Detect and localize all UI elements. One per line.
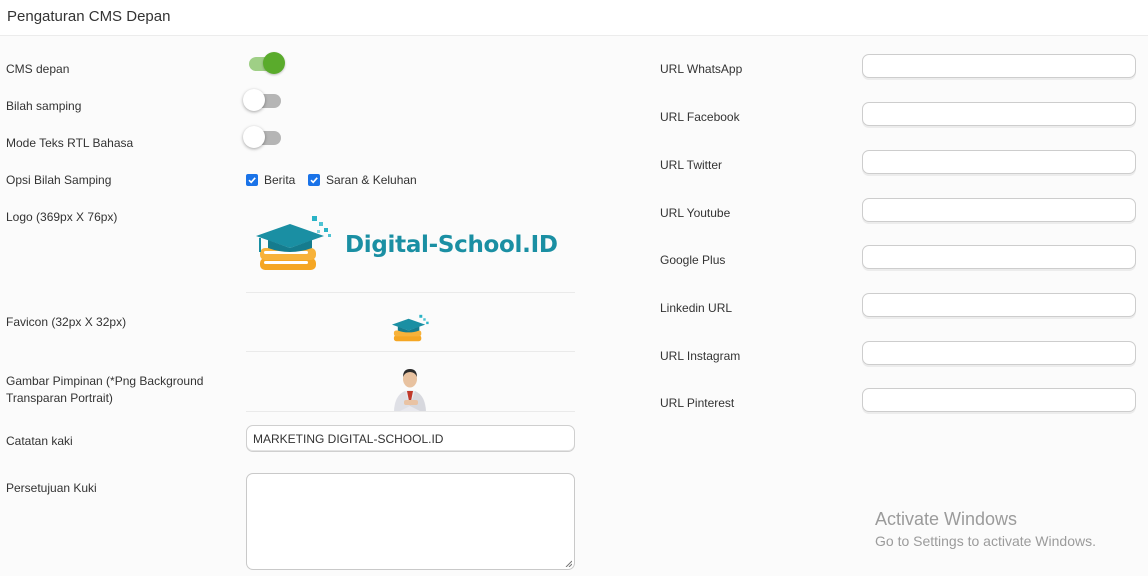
persetujuan-kuki-textarea[interactable] [246, 473, 575, 570]
url-pinterest-label: URL Pinterest [660, 396, 735, 410]
leader-photo[interactable] [390, 362, 430, 412]
berita-checkbox-label: Berita [264, 173, 296, 187]
saran-keluhan-checkbox-label: Saran & Keluhan [326, 173, 417, 187]
saran-keluhan-checkbox[interactable] [308, 174, 320, 186]
url-instagram-input[interactable] [862, 341, 1136, 365]
cms-depan-toggle[interactable] [245, 52, 285, 74]
favicon-label: Favicon (32px X 32px) [6, 315, 127, 329]
url-whatsapp-input[interactable] [862, 54, 1136, 78]
divider [246, 292, 575, 293]
cms-depan-label: CMS depan [6, 62, 70, 76]
url-pinterest-input[interactable] [862, 388, 1136, 412]
url-instagram-label: URL Instagram [660, 349, 741, 363]
person-photo-icon [394, 369, 426, 412]
linkedin-url-input[interactable] [862, 293, 1136, 317]
gambar-pimpinan-label-line2: Transparan Portrait) [6, 391, 113, 405]
url-twitter-input[interactable] [862, 150, 1136, 174]
url-youtube-label: URL Youtube [660, 206, 731, 220]
activate-windows-subtitle: Go to Settings to activate Windows. [875, 533, 1096, 549]
resize-handle-icon[interactable] [565, 560, 572, 567]
graduation-cap-icon [391, 314, 429, 342]
berita-checkbox[interactable] [246, 174, 258, 186]
opsi-bilah-label: Opsi Bilah Samping [6, 173, 112, 187]
linkedin-url-label: Linkedin URL [660, 301, 733, 315]
catatan-kaki-input[interactable]: MARKETING DIGITAL-SCHOOL.ID [246, 425, 575, 452]
google-plus-input[interactable] [862, 245, 1136, 269]
favicon-image[interactable] [390, 312, 434, 346]
google-plus-label: Google Plus [660, 253, 726, 267]
divider [246, 411, 575, 412]
persetujuan-kuki-label: Persetujuan Kuki [6, 481, 97, 495]
page-title: Pengaturan CMS Depan [7, 8, 171, 25]
url-whatsapp-label: URL WhatsApp [660, 62, 743, 76]
mode-rtl-label: Mode Teks RTL Bahasa [6, 136, 134, 150]
top-bar: Pengaturan CMS Depan [0, 0, 1148, 36]
check-icon [310, 177, 318, 184]
graduation-cap-icon [256, 216, 331, 270]
catatan-kaki-label: Catatan kaki [6, 434, 73, 448]
gambar-pimpinan-label-line1: Gambar Pimpinan (*Png Background [6, 374, 204, 388]
url-youtube-input[interactable] [862, 198, 1136, 222]
catatan-kaki-value: MARKETING DIGITAL-SCHOOL.ID [253, 432, 444, 446]
check-icon [248, 177, 256, 184]
divider [246, 351, 575, 352]
activate-windows-title: Activate Windows [875, 509, 1018, 529]
logo-image[interactable]: Digital-School.ID [252, 212, 562, 278]
url-facebook-label: URL Facebook [660, 110, 740, 124]
url-twitter-label: URL Twitter [660, 158, 723, 172]
logo-label: Logo (369px X 76px) [6, 210, 118, 224]
bilah-samping-label: Bilah samping [6, 99, 82, 113]
url-facebook-input[interactable] [862, 102, 1136, 126]
bilah-samping-toggle[interactable] [243, 89, 283, 111]
logo-brand-text: Digital-School.ID [345, 232, 558, 258]
mode-rtl-toggle[interactable] [243, 126, 283, 148]
